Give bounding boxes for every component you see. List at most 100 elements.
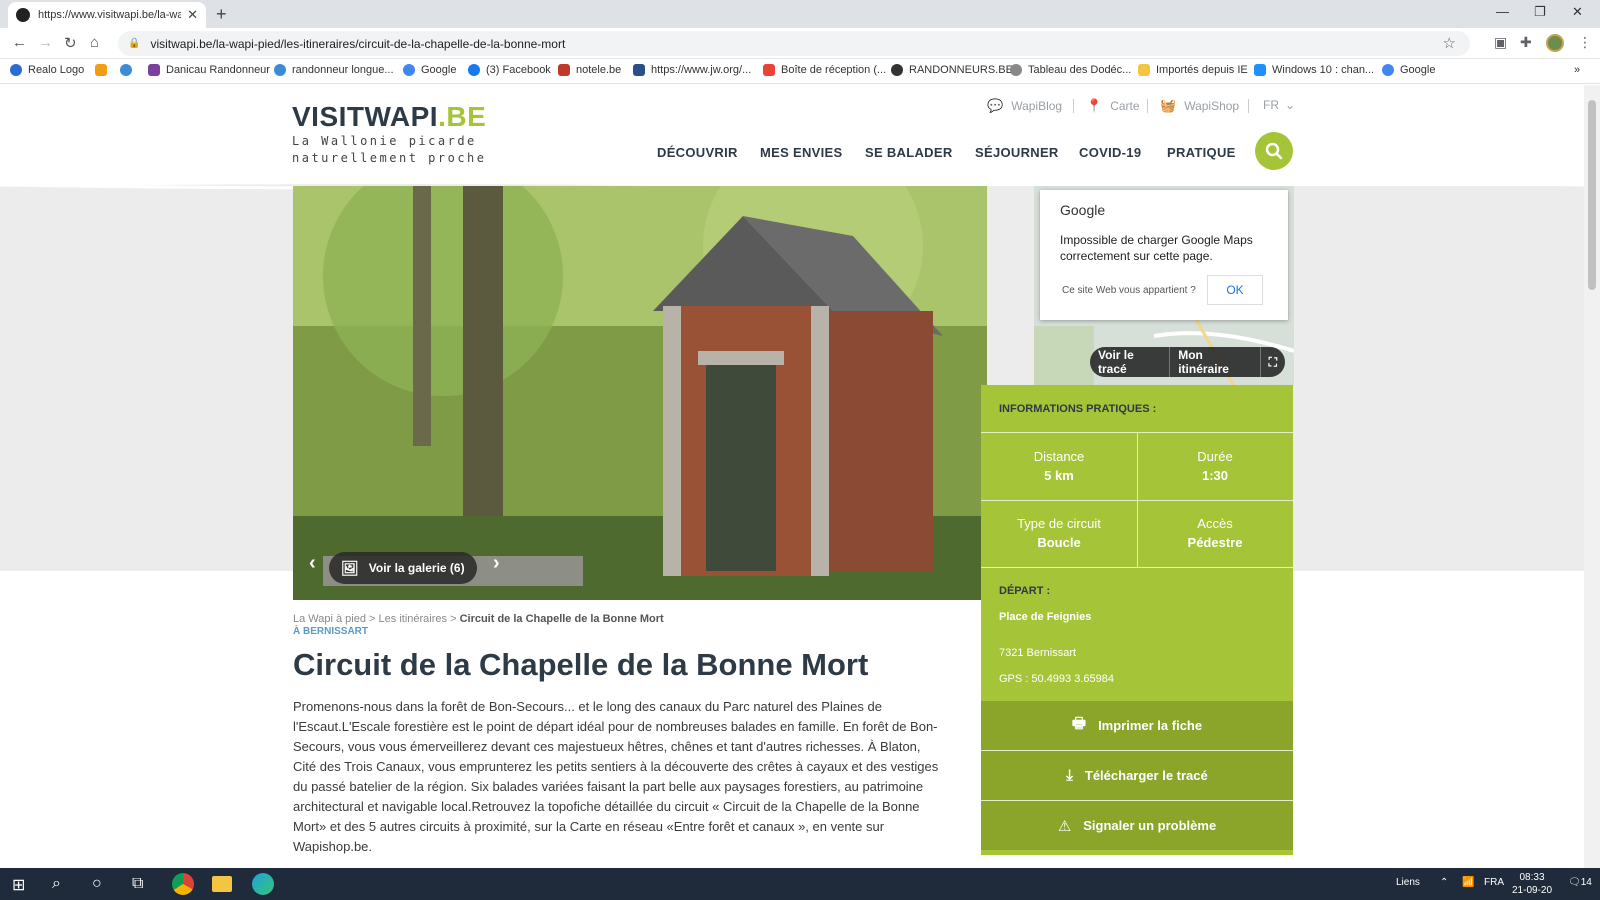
bookmark-item[interactable]: Boîte de réception (... — [763, 64, 886, 76]
menu-dots-icon[interactable]: ⋮ — [1578, 34, 1592, 51]
view-trace-button[interactable]: Voir le tracé — [1090, 348, 1169, 376]
restore-icon[interactable]: ❐ — [1534, 4, 1546, 20]
nav-sejourner[interactable]: SÉJOURNER — [975, 145, 1059, 160]
new-tab-icon[interactable]: + — [216, 4, 227, 25]
divider — [1073, 99, 1074, 113]
dialog-owner-link[interactable]: Ce site Web vous appartient ? — [1062, 285, 1196, 296]
bookmark-item[interactable]: https://www.jw.org/... — [633, 64, 751, 76]
home-icon[interactable]: ⌂ — [90, 34, 99, 51]
bookmark-item[interactable] — [95, 64, 113, 76]
nav-mes-envies[interactable]: MES ENVIES — [760, 145, 842, 160]
my-itinerary-button[interactable]: Mon itinéraire — [1170, 348, 1259, 376]
fullscreen-icon[interactable]: ⛶ — [1261, 355, 1285, 370]
chevron-up-icon[interactable]: ⌃ — [1440, 877, 1448, 888]
windows-start-icon[interactable]: ⊞ — [12, 875, 25, 895]
circuit-type-cell: Type de circuit Boucle — [981, 500, 1137, 567]
reload-icon[interactable]: ↻ — [64, 34, 77, 52]
bookmark-item[interactable]: randonneur longue... — [274, 64, 394, 76]
util-link-wapiblog[interactable]: 💬 WapiBlog — [987, 98, 1062, 114]
access-cell: Accès Pédestre — [1137, 500, 1293, 567]
more-bookmarks-icon[interactable]: » — [1574, 64, 1580, 76]
depart-city: 7321 Bernissart — [999, 647, 1077, 659]
file-explorer-icon[interactable] — [212, 876, 232, 892]
bookmark-item[interactable]: Danicau Randonneur — [148, 64, 270, 76]
jw-icon — [633, 64, 645, 76]
dialog-message: Impossible de charger Google Maps correc… — [1060, 233, 1253, 263]
gallery-button[interactable]: 🖼 Voir la galerie (6) — [329, 552, 477, 584]
url-input[interactable]: 🔒 visitwapi.be/la-wapi-pied/les-itinerai… — [118, 31, 1470, 56]
chat-icon: 💬 — [987, 98, 1004, 113]
site-logo[interactable]: VISITWAPI.BE La Wallonie picarde naturel… — [292, 101, 487, 167]
dialog-ok-button[interactable]: OK — [1207, 275, 1263, 305]
back-icon[interactable]: ← — [12, 34, 27, 51]
system-clock[interactable]: 08:33 21-09-20 — [1512, 871, 1552, 897]
breadcrumb-link[interactable]: Les itinéraires — [379, 613, 447, 625]
breadcrumb-link[interactable]: La Wapi à pied — [293, 613, 366, 625]
bookmark-item[interactable]: notele.be — [558, 64, 621, 76]
google-icon — [403, 64, 415, 76]
google-icon — [1382, 64, 1394, 76]
address-bar-row: ← → ↻ ⌂ 🔒 visitwapi.be/la-wapi-pied/les-… — [0, 28, 1600, 59]
printer-icon: 🖶 — [1071, 715, 1087, 732]
nav-covid[interactable]: COVID-19 — [1079, 145, 1141, 160]
network-icon[interactable]: 📶 — [1462, 877, 1474, 888]
extension-icon[interactable]: ▣ — [1494, 34, 1507, 51]
site-favicon-icon — [16, 8, 30, 22]
notification-icon[interactable]: 🗨14 — [1568, 877, 1592, 888]
search-icon[interactable]: ⌕ — [52, 875, 61, 893]
bookmark-item[interactable]: (3) Facebook — [468, 64, 551, 76]
edge-icon[interactable] — [252, 873, 274, 895]
bookmark-item[interactable]: Importés depuis IE — [1138, 64, 1248, 76]
browser-tab[interactable]: https://www.visitwapi.be/la-wap ✕ — [8, 2, 206, 28]
bookmark-item[interactable]: Google — [1382, 64, 1435, 76]
folder-icon — [1138, 64, 1150, 76]
download-trace-button[interactable]: ⤓ Télécharger le tracé — [981, 751, 1293, 800]
bookmarks-bar: Realo Logo Danicau Randonneur randonneur… — [0, 59, 1600, 84]
duration-value: 1:30 — [1201, 468, 1229, 483]
search-icon — [1265, 142, 1283, 160]
logo-tagline-1: La Wallonie picarde — [292, 134, 477, 148]
minimize-icon[interactable]: — — [1496, 4, 1509, 19]
bookmark-item[interactable]: Tableau des Dodéc... — [1010, 64, 1131, 76]
util-link-carte[interactable]: 📍 Carte — [1086, 98, 1140, 114]
nav-decouvrir[interactable]: DÉCOUVRIR — [657, 145, 738, 160]
duration-cell: Durée 1:30 — [1137, 433, 1293, 500]
language-selector[interactable]: FR ⌄ — [1263, 98, 1295, 112]
scrollbar-thumb[interactable] — [1588, 100, 1596, 290]
nav-pratique[interactable]: PRATIQUE — [1167, 145, 1236, 160]
bookmark-item[interactable]: Google — [403, 64, 456, 76]
panel-header: INFORMATIONS PRATIQUES : — [981, 385, 1293, 433]
page-scrollbar[interactable] — [1584, 85, 1600, 868]
gps-coordinates: GPS : 50.4993 3.65984 — [999, 673, 1114, 685]
chat-icon — [274, 64, 286, 76]
bookmark-star-icon[interactable]: ☆ — [1443, 34, 1456, 52]
gallery-next-icon[interactable]: › — [493, 552, 500, 575]
links-toolbar[interactable]: Liens — [1396, 877, 1420, 888]
gallery-prev-icon[interactable]: ‹ — [309, 552, 316, 575]
cortana-icon[interactable]: ○ — [92, 875, 102, 893]
search-button[interactable] — [1255, 132, 1293, 170]
bookmark-item[interactable] — [120, 64, 138, 76]
bookmark-item[interactable]: RANDONNEURS.BE — [891, 64, 1013, 76]
hero-photo-chapel — [293, 186, 987, 600]
nav-se-balader[interactable]: SE BALADER — [865, 145, 953, 160]
gallery-icon: 🖼 — [341, 559, 359, 576]
puzzle-icon[interactable]: ✚ — [1520, 34, 1532, 51]
access-value: Pédestre — [1187, 535, 1243, 550]
report-problem-button[interactable]: ⚠ Signaler un problème — [981, 801, 1293, 850]
close-tab-icon[interactable]: ✕ — [187, 7, 198, 23]
google-maps-error-dialog: Google Impossible de charger Google Maps… — [1040, 190, 1288, 320]
chrome-icon[interactable] — [172, 873, 194, 895]
bookmark-item[interactable]: Realo Logo — [10, 64, 84, 76]
task-view-icon[interactable]: ⧉ — [132, 875, 143, 893]
print-sheet-button[interactable]: 🖶 Imprimer la fiche — [981, 701, 1293, 750]
util-link-wapishop[interactable]: 🧺 WapiShop — [1160, 98, 1239, 114]
close-window-icon[interactable]: ✕ — [1572, 4, 1583, 20]
bookmark-item[interactable]: Windows 10 : chan... — [1254, 64, 1374, 76]
language-indicator[interactable]: FRA — [1484, 877, 1504, 888]
facebook-icon — [468, 64, 480, 76]
distance-value: 5 km — [1044, 468, 1074, 483]
profile-avatar[interactable] — [1546, 34, 1564, 52]
divider — [1137, 433, 1138, 567]
forward-icon[interactable]: → — [38, 34, 53, 51]
